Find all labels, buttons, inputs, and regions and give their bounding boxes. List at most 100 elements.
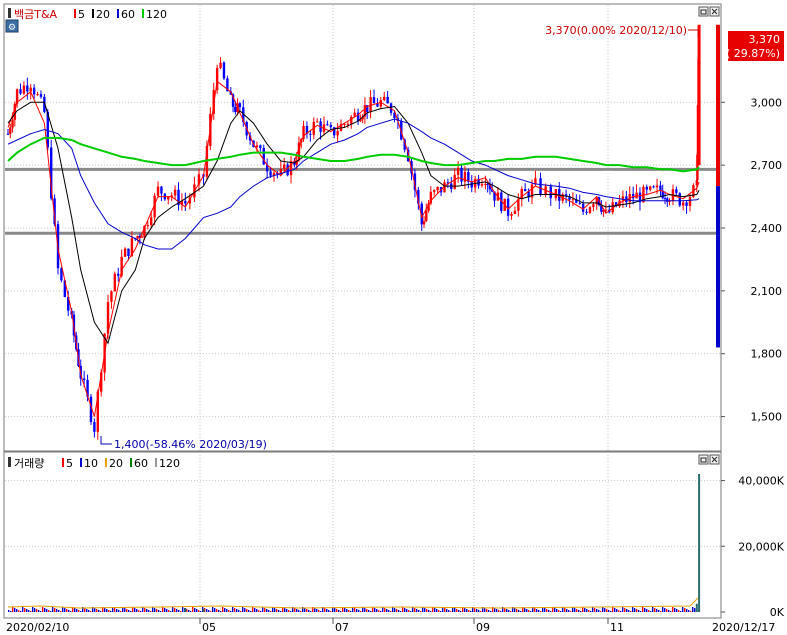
candle-body xyxy=(433,190,436,192)
volume-bar xyxy=(476,609,478,612)
candle-body xyxy=(19,89,22,94)
volume-bar xyxy=(286,609,288,612)
volume-bar xyxy=(44,608,46,612)
volume-bar xyxy=(118,610,120,612)
volume-bar xyxy=(324,608,326,612)
volume-spike xyxy=(698,474,701,612)
volume-bar xyxy=(468,610,470,612)
volume-bar xyxy=(280,611,282,612)
volume-bar xyxy=(8,610,10,612)
volume-bar xyxy=(438,610,440,612)
price-panel-close-button[interactable] xyxy=(709,6,720,17)
candle-body xyxy=(588,207,592,213)
legend-ma-label: 5 xyxy=(66,457,73,470)
volume-bar xyxy=(148,610,150,612)
volume-bar xyxy=(360,611,362,612)
volume-bar xyxy=(80,611,82,612)
x-tick-label: 11 xyxy=(610,621,624,634)
volume-bar xyxy=(396,609,398,612)
price-tick-label: 3,000 xyxy=(751,96,783,109)
volume-bar xyxy=(270,611,272,612)
volume-bar xyxy=(550,611,552,612)
candle-body xyxy=(140,236,144,238)
volume-bar xyxy=(158,610,160,612)
candle-body xyxy=(326,124,329,126)
volume-bar xyxy=(642,607,644,612)
volume-bar xyxy=(578,610,580,612)
volume-bar xyxy=(90,611,92,612)
volume-bar xyxy=(78,610,80,612)
volume-bar xyxy=(506,609,508,612)
volume-bar xyxy=(136,609,138,612)
volume-bar xyxy=(242,607,244,612)
volume-bar xyxy=(568,610,570,612)
candle-body xyxy=(146,225,150,227)
volume-bar xyxy=(488,610,490,612)
candle-body xyxy=(350,116,353,124)
volume-bar xyxy=(536,609,538,612)
price-tick-label: 2,400 xyxy=(751,222,783,235)
volume-bar xyxy=(66,609,68,612)
volume-bar xyxy=(20,611,22,612)
volume-bar xyxy=(326,609,328,612)
x-tick-label: 09 xyxy=(476,621,490,634)
volume-bar xyxy=(194,608,196,612)
volume-bar xyxy=(660,611,662,612)
volume-bar xyxy=(558,610,560,612)
volume-bar xyxy=(620,611,622,612)
volume-bar xyxy=(126,609,128,612)
candle-body xyxy=(675,189,678,194)
legend-ma-label: 10 xyxy=(84,457,98,470)
volume-bar xyxy=(314,608,316,612)
volume-bar xyxy=(496,609,498,612)
volume-bar xyxy=(414,608,416,612)
legend-ma-label: 20 xyxy=(109,457,123,470)
volume-tick-label: 0K xyxy=(770,606,785,619)
volume-bar xyxy=(48,610,50,612)
volume-panel-close-button[interactable] xyxy=(709,454,720,465)
volume-bar xyxy=(478,610,480,612)
volume-bar xyxy=(618,610,620,612)
volume-bar xyxy=(608,610,610,612)
volume-bar xyxy=(426,609,428,612)
volume-bar xyxy=(430,611,432,612)
candle-body xyxy=(219,62,222,68)
settings-icon[interactable]: ⚙ xyxy=(5,19,19,33)
volume-bar xyxy=(490,611,492,612)
candle-body xyxy=(315,121,319,123)
volume-bar xyxy=(138,610,140,612)
volume-bar xyxy=(590,611,592,612)
legend-ma-swatch xyxy=(92,9,94,18)
volume-bar xyxy=(284,608,286,612)
candle-body xyxy=(150,217,153,226)
volume-bar xyxy=(54,608,56,612)
candle-body xyxy=(39,94,43,97)
volume-bar xyxy=(592,607,594,612)
volume-bar xyxy=(368,610,370,612)
price-tick-label: 2,700 xyxy=(751,159,783,172)
volume-bar xyxy=(670,611,672,612)
x-tick-label: 05 xyxy=(202,621,216,634)
candle-body xyxy=(160,186,163,194)
candle-body xyxy=(372,97,376,104)
volume-bar xyxy=(378,610,380,612)
candle-body xyxy=(11,119,14,128)
volume-bar xyxy=(156,609,158,612)
volume-bar xyxy=(464,608,466,612)
volume-bar xyxy=(240,611,242,612)
volume-bar xyxy=(30,611,32,612)
volume-bar xyxy=(480,611,482,612)
volume-bar xyxy=(678,610,680,612)
volume-bar xyxy=(116,609,118,612)
volume-bar xyxy=(256,609,258,612)
volume-panel-restore-button[interactable] xyxy=(698,454,709,465)
volume-bar xyxy=(180,611,182,612)
volume-bar xyxy=(636,609,638,612)
volume-bar xyxy=(220,611,222,612)
candle-body xyxy=(510,213,513,216)
volume-bar xyxy=(46,609,48,612)
volume-bar xyxy=(310,611,312,612)
volume-bar xyxy=(216,609,218,612)
price-panel-restore-button[interactable] xyxy=(698,6,709,17)
volume-bar xyxy=(398,610,400,612)
